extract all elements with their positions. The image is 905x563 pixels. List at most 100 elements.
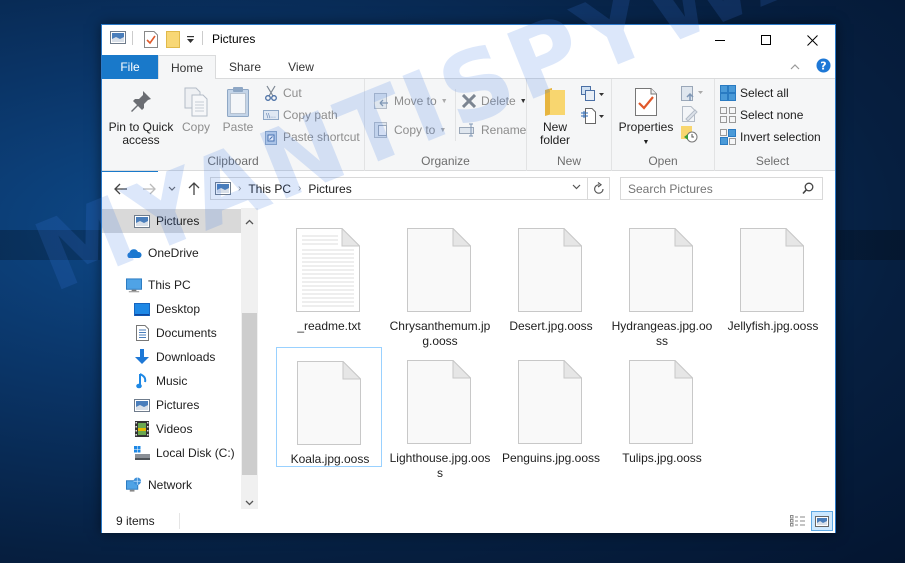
divider bbox=[587, 178, 588, 199]
new-group: New folder New bbox=[527, 79, 612, 171]
pictures-icon bbox=[134, 397, 150, 413]
copy-button[interactable]: Copy bbox=[178, 85, 214, 134]
minimize-button[interactable] bbox=[697, 25, 743, 55]
nav-item-onedrive[interactable]: OneDrive bbox=[102, 241, 242, 265]
network-icon bbox=[126, 477, 142, 493]
invert-selection-button[interactable]: Invert selection bbox=[719, 127, 821, 147]
address-history-dropdown[interactable] bbox=[572, 184, 581, 190]
new-item-button[interactable] bbox=[580, 85, 606, 106]
nav-item-label: OneDrive bbox=[148, 246, 199, 260]
nav-item-pictures-quick[interactable]: Pictures bbox=[102, 209, 242, 233]
open-icon bbox=[681, 86, 703, 101]
forward-button[interactable] bbox=[142, 180, 156, 198]
scroll-up-button[interactable] bbox=[245, 214, 254, 228]
nav-item-videos[interactable]: Videos bbox=[102, 417, 242, 441]
paste-shortcut-button[interactable]: Paste shortcut bbox=[262, 127, 360, 147]
new-folder-button[interactable]: New folder bbox=[531, 85, 579, 147]
select-none-button[interactable]: Select none bbox=[719, 105, 803, 125]
minimize-ribbon-button[interactable] bbox=[790, 60, 800, 74]
nav-item-local-disk[interactable]: Local Disk (C:) bbox=[102, 441, 242, 465]
divider bbox=[455, 89, 456, 141]
properties-quick-icon[interactable] bbox=[144, 31, 158, 48]
easy-access-button[interactable] bbox=[580, 107, 606, 128]
pin-to-quick-access-button[interactable]: Pin to Quick access bbox=[108, 85, 174, 147]
paste-button[interactable]: Paste bbox=[220, 85, 256, 134]
address-bar[interactable]: › This PC › Pictures bbox=[210, 177, 610, 200]
file-name: Lighthouse.jpg.ooss bbox=[389, 451, 491, 480]
nav-item-music[interactable]: Music bbox=[102, 369, 242, 393]
copy-to-icon bbox=[373, 122, 391, 138]
nav-item-this-pc[interactable]: This PC bbox=[102, 273, 242, 297]
file-item-focused[interactable]: Koala.jpg.ooss bbox=[276, 347, 382, 467]
open-button[interactable] bbox=[680, 85, 706, 106]
downloads-icon bbox=[134, 349, 150, 365]
new-folder-label-line2: folder bbox=[539, 133, 571, 147]
nav-item-downloads[interactable]: Downloads bbox=[102, 345, 242, 369]
details-view-icon bbox=[790, 515, 805, 527]
up-button[interactable] bbox=[188, 180, 200, 198]
maximize-icon bbox=[761, 35, 771, 45]
scrollbar-thumb[interactable] bbox=[242, 313, 257, 475]
large-icons-view-button[interactable] bbox=[811, 511, 833, 531]
dropdown-arrow-icon: ▼ bbox=[440, 97, 448, 105]
properties-button[interactable]: Properties ▼ bbox=[616, 85, 676, 149]
search-input[interactable] bbox=[628, 181, 798, 196]
tab-share[interactable]: Share bbox=[220, 55, 270, 79]
nav-item-network[interactable]: Network bbox=[102, 473, 242, 497]
chevron-down-icon bbox=[572, 184, 581, 190]
search-icon[interactable] bbox=[802, 182, 814, 195]
customize-toolbar-icon[interactable] bbox=[186, 35, 195, 44]
delete-button[interactable]: Delete ▼ bbox=[460, 91, 527, 111]
nav-pane-scrollbar[interactable] bbox=[241, 208, 258, 509]
file-item[interactable]: Tulips.jpg.ooss bbox=[609, 347, 715, 467]
nav-item-label: Documents bbox=[156, 326, 217, 340]
dropdown-arrow-icon: ▼ bbox=[519, 97, 527, 105]
move-to-button[interactable]: Move to ▼ bbox=[373, 91, 448, 111]
title-bar: Pictures bbox=[102, 25, 835, 55]
breadcrumb-this-pc[interactable]: This PC bbox=[248, 182, 291, 196]
dropdown-arrow-icon: ▼ bbox=[439, 126, 447, 134]
copy-to-button[interactable]: Copy to ▼ bbox=[373, 120, 446, 140]
copy-path-button[interactable]: \\... Copy path bbox=[262, 105, 338, 125]
close-button[interactable] bbox=[789, 25, 835, 55]
nav-item-pictures[interactable]: Pictures bbox=[102, 393, 242, 417]
nav-item-label: Network bbox=[148, 478, 193, 492]
search-box[interactable] bbox=[620, 177, 823, 200]
clipboard-group-label: Clipboard bbox=[207, 154, 259, 168]
chevron-up-icon bbox=[245, 219, 254, 225]
recent-locations-button[interactable] bbox=[168, 180, 176, 198]
new-folder-quick-icon[interactable] bbox=[166, 31, 180, 48]
rename-button[interactable]: Rename bbox=[458, 120, 526, 140]
tab-view[interactable]: View bbox=[276, 55, 326, 79]
this-pc-icon bbox=[126, 277, 142, 293]
scroll-down-button[interactable] bbox=[245, 495, 254, 509]
scissors-icon bbox=[262, 85, 280, 101]
file-item[interactable]: _readme.txt bbox=[276, 215, 382, 335]
file-item[interactable]: Penguins.jpg.ooss bbox=[498, 347, 604, 467]
file-item[interactable]: Hydrangeas.jpg.ooss bbox=[609, 215, 715, 348]
file-name: Penguins.jpg.ooss bbox=[501, 451, 601, 465]
file-item[interactable]: Lighthouse.jpg.ooss bbox=[387, 347, 493, 480]
breadcrumb-pictures[interactable]: Pictures bbox=[308, 182, 351, 196]
maximize-button[interactable] bbox=[743, 25, 789, 55]
file-item[interactable]: Desert.jpg.ooss bbox=[498, 215, 604, 335]
copy-path-label: Copy path bbox=[283, 108, 338, 122]
refresh-button[interactable] bbox=[593, 182, 605, 195]
nav-item-label: Pictures bbox=[156, 398, 200, 412]
details-view-button[interactable] bbox=[789, 512, 807, 530]
open-group-label: Open bbox=[648, 154, 678, 168]
window-icon[interactable] bbox=[110, 31, 126, 44]
edit-button[interactable] bbox=[680, 105, 698, 126]
file-item[interactable]: Chrysanthemum.jpg.ooss bbox=[387, 215, 493, 348]
nav-item-desktop[interactable]: Desktop bbox=[102, 297, 242, 321]
tab-home[interactable]: Home bbox=[158, 55, 216, 80]
history-button[interactable] bbox=[680, 125, 698, 146]
file-item[interactable]: Jellyfish.jpg.ooss bbox=[720, 215, 826, 335]
nav-item-documents[interactable]: Documents bbox=[102, 321, 242, 345]
back-button[interactable] bbox=[114, 180, 128, 198]
cut-button[interactable]: Cut bbox=[262, 83, 302, 103]
select-all-button[interactable]: Select all bbox=[719, 83, 789, 103]
up-arrow-icon bbox=[188, 182, 200, 195]
help-button[interactable]: ? bbox=[816, 58, 831, 76]
nav-item-label: This PC bbox=[148, 278, 191, 292]
